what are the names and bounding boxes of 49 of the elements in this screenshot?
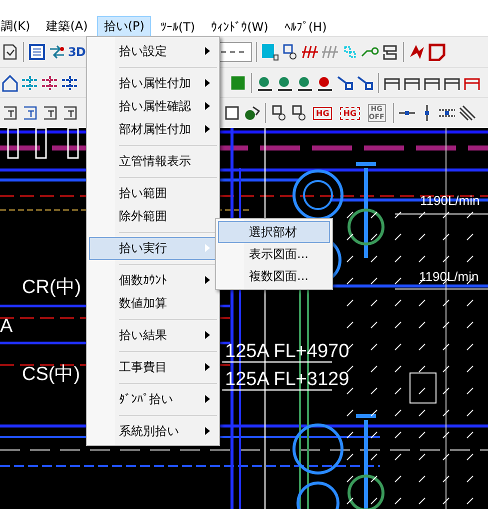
menu-option[interactable]: 数値加算 [89, 292, 217, 315]
menu-option[interactable]: 工事費目 [89, 356, 217, 379]
menu-option[interactable]: ﾀﾞﾝﾊﾟ拾い [89, 388, 217, 411]
menu-option[interactable]: 拾い範囲 [89, 182, 217, 205]
box-icon[interactable] [223, 104, 241, 122]
menu-item[interactable]: 建築(A) [39, 16, 95, 37]
hg-button[interactable]: HG [340, 106, 360, 120]
menu-option[interactable]: 部材属性付加 [89, 118, 217, 141]
node-icon[interactable] [290, 104, 308, 122]
menu-item[interactable]: 調(K) [0, 16, 38, 37]
node-icon[interactable] [270, 104, 288, 122]
arrows-icon[interactable] [48, 42, 66, 61]
cad-label: A [0, 316, 13, 337]
3d-button[interactable]: 3D [68, 44, 85, 59]
panel-icon[interactable] [28, 42, 46, 61]
doc-icon[interactable] [1, 42, 19, 61]
menu-option[interactable]: 拾い実行 [89, 237, 217, 260]
menu-item[interactable]: ﾂｰﾙ(T) [153, 18, 202, 36]
bracket-icon[interactable] [1, 104, 19, 122]
menu-option[interactable]: 拾い属性確認 [89, 95, 217, 118]
hg-button[interactable]: HG [313, 106, 332, 120]
menu-option[interactable]: 拾い結果 [89, 324, 217, 347]
cad-label: CS(中) [22, 364, 80, 385]
home-icon[interactable] [1, 74, 19, 92]
menu-option[interactable]: 複数図面... [218, 265, 330, 287]
dashed-line-icon [221, 50, 247, 54]
menu-item[interactable]: ｳｨﾝﾄﾞｳ(W) [204, 18, 276, 36]
cad-label: CR(中) [22, 277, 82, 298]
tag-icon[interactable] [428, 42, 446, 61]
pipe-icon[interactable] [41, 74, 59, 92]
bracket-icon[interactable] [21, 104, 39, 122]
menu-option[interactable]: 個数ｶｳﾝﾄ [89, 269, 217, 292]
bolt-icon[interactable] [408, 42, 426, 61]
menu-option[interactable]: 拾い設定 [89, 40, 217, 63]
bracket-icon[interactable] [41, 104, 59, 122]
pipe-icon[interactable] [61, 74, 79, 92]
menu-item[interactable]: 拾い(P) [96, 16, 152, 37]
menu-option[interactable]: 拾い属性付加 [89, 72, 217, 95]
menu-option[interactable]: 表示図面... [218, 243, 330, 265]
stack-icon[interactable] [381, 42, 399, 61]
bracket-icon[interactable] [61, 104, 79, 122]
menu-option[interactable]: 系統別拾い [89, 420, 217, 443]
menu-item[interactable]: ﾍﾙﾌﾟ(H) [277, 18, 334, 36]
menu-option[interactable]: 立管情報表示 [89, 150, 217, 173]
menu-option[interactable]: 除外範囲 [89, 205, 217, 228]
menu-option[interactable]: 選択部材 [218, 221, 330, 243]
node-icon[interactable] [281, 42, 299, 61]
pipe-icon[interactable] [21, 74, 39, 92]
diag-icon[interactable] [458, 104, 476, 122]
